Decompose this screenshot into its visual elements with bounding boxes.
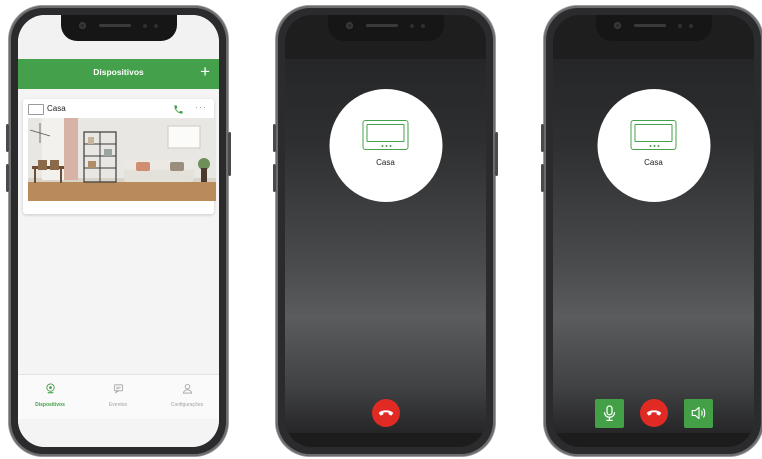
home-indicator-area xyxy=(18,419,219,447)
caller-name: Casa xyxy=(644,158,663,167)
hangup-icon xyxy=(646,410,662,416)
device-monitor-icon xyxy=(28,104,44,115)
monitor-icon xyxy=(630,120,676,150)
caller-name: Casa xyxy=(376,158,395,167)
notch xyxy=(327,15,444,41)
nav-item-devices[interactable]: Dispositivos xyxy=(20,381,80,408)
active-call-screen: Casa xyxy=(553,15,754,447)
camera-snapshot[interactable] xyxy=(28,118,216,201)
nav-item-settings[interactable]: Configurações xyxy=(157,381,217,408)
hangup-icon xyxy=(378,410,394,416)
caller-avatar: Casa xyxy=(597,89,710,202)
page-title: Dispositivos xyxy=(93,67,144,77)
more-dots-icon[interactable]: ··· xyxy=(195,102,207,112)
device-name: Casa xyxy=(47,104,66,113)
bottom-nav: Dispositivos Eventos Configurações xyxy=(18,374,219,419)
nav-label-events: Eventos xyxy=(108,402,128,408)
devices-screen: Dispositivos + Casa ··· Dispositivos Eve… xyxy=(18,15,219,447)
plus-icon[interactable]: + xyxy=(200,61,210,83)
microphone-button[interactable] xyxy=(595,399,624,428)
nav-label-settings: Configurações xyxy=(170,402,204,408)
devices-icon xyxy=(45,383,55,394)
phone-icon[interactable] xyxy=(173,104,184,115)
phone-active-call: Casa xyxy=(541,6,762,456)
caller-avatar: Casa xyxy=(329,89,442,202)
device-card[interactable]: Casa ··· xyxy=(23,99,216,214)
phone-devices: Dispositivos + Casa ··· Dispositivos Eve… xyxy=(6,6,231,456)
nav-label-devices: Dispositivos xyxy=(35,402,65,408)
speaker-icon xyxy=(691,406,706,420)
nav-item-events[interactable]: Eventos xyxy=(88,381,148,408)
speaker-button[interactable] xyxy=(684,399,713,428)
incoming-call-screen: Casa xyxy=(285,15,486,447)
settings-user-icon xyxy=(182,383,192,394)
app-header: Dispositivos + xyxy=(18,59,219,89)
hangup-button[interactable] xyxy=(640,399,668,427)
hangup-button[interactable] xyxy=(372,399,400,427)
notch xyxy=(595,15,712,41)
events-icon xyxy=(113,384,123,394)
microphone-icon xyxy=(603,405,616,421)
phone-incoming-call: Casa xyxy=(273,6,498,456)
notch xyxy=(60,15,177,41)
monitor-icon xyxy=(362,120,408,150)
